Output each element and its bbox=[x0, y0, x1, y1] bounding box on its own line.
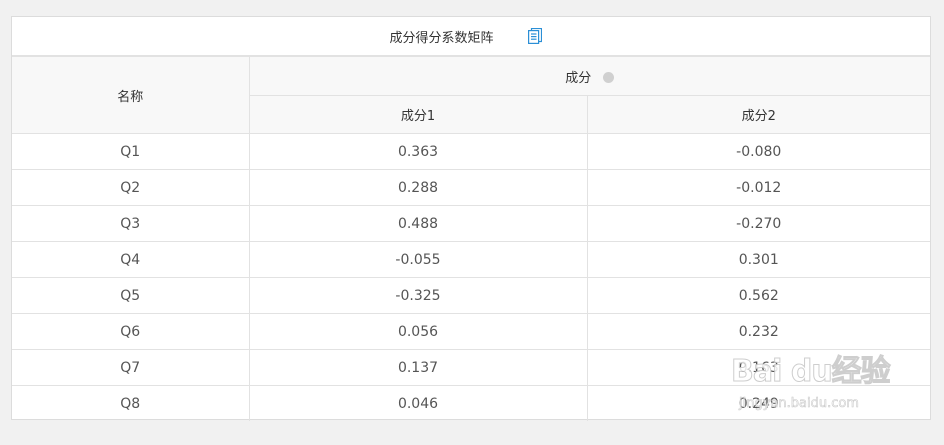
component1-cell: -0.055 bbox=[248, 241, 588, 278]
component1-cell: 0.046 bbox=[248, 385, 588, 421]
component1-cell: 0.363 bbox=[248, 133, 588, 170]
coefficient-table: 名称 成分 成分1 成分2 Q1 0.363 -0.080 Q2 0.288 -… bbox=[12, 56, 930, 421]
help-icon[interactable] bbox=[603, 71, 615, 83]
component1-cell: -0.325 bbox=[248, 277, 588, 314]
component2-cell: 0.232 bbox=[586, 313, 930, 350]
component-group-label: 成分 bbox=[565, 70, 592, 86]
component2-cell: 0.562 bbox=[586, 277, 930, 314]
row-name-cell: Q8 bbox=[12, 385, 250, 421]
column-header-component2: 成分2 bbox=[586, 95, 930, 134]
component2-cell: -0.270 bbox=[586, 205, 930, 242]
table-title-bar: 成分得分系数矩阵 bbox=[12, 17, 930, 56]
row-name-cell: Q6 bbox=[12, 313, 250, 350]
table-row: Q6 0.056 0.232 bbox=[12, 313, 930, 350]
component1-cell: 0.137 bbox=[248, 349, 588, 386]
table-row: Q2 0.288 -0.012 bbox=[12, 169, 930, 206]
component1-cell: 0.288 bbox=[248, 169, 588, 206]
table-row: Q7 0.137 0.163 bbox=[12, 349, 930, 386]
column-header-component1: 成分1 bbox=[249, 95, 588, 134]
table-title: 成分得分系数矩阵 bbox=[389, 30, 494, 46]
row-name-cell: Q7 bbox=[12, 349, 250, 386]
coefficient-matrix-panel: 成分得分系数矩阵 名称 成分 成分1 成分2 Q1 0.363 -0.080 Q… bbox=[11, 16, 931, 421]
row-name-cell: Q1 bbox=[12, 133, 250, 170]
component2-cell: 0.163 bbox=[586, 349, 930, 386]
component-group-header: 成分 bbox=[248, 56, 930, 96]
component1-cell: 0.488 bbox=[248, 205, 588, 242]
row-name-cell: Q3 bbox=[12, 205, 250, 242]
table-row: Q1 0.363 -0.080 bbox=[12, 133, 930, 170]
name-column-header: 名称 bbox=[12, 56, 250, 134]
component2-cell: 0.249 bbox=[586, 385, 930, 421]
component2-cell: -0.012 bbox=[586, 169, 930, 206]
table-row: Q3 0.488 -0.270 bbox=[12, 205, 930, 242]
component1-cell: 0.056 bbox=[248, 313, 588, 350]
row-name-cell: Q4 bbox=[12, 241, 250, 278]
component2-cell: -0.080 bbox=[586, 133, 930, 170]
row-name-cell: Q5 bbox=[12, 277, 250, 314]
table-row: Q4 -0.055 0.301 bbox=[12, 241, 930, 278]
component2-cell: 0.301 bbox=[586, 241, 930, 278]
row-name-cell: Q2 bbox=[12, 169, 250, 206]
copy-icon[interactable] bbox=[527, 27, 542, 45]
table-row: Q5 -0.325 0.562 bbox=[12, 277, 930, 314]
table-row: Q8 0.046 0.249 bbox=[12, 385, 930, 421]
